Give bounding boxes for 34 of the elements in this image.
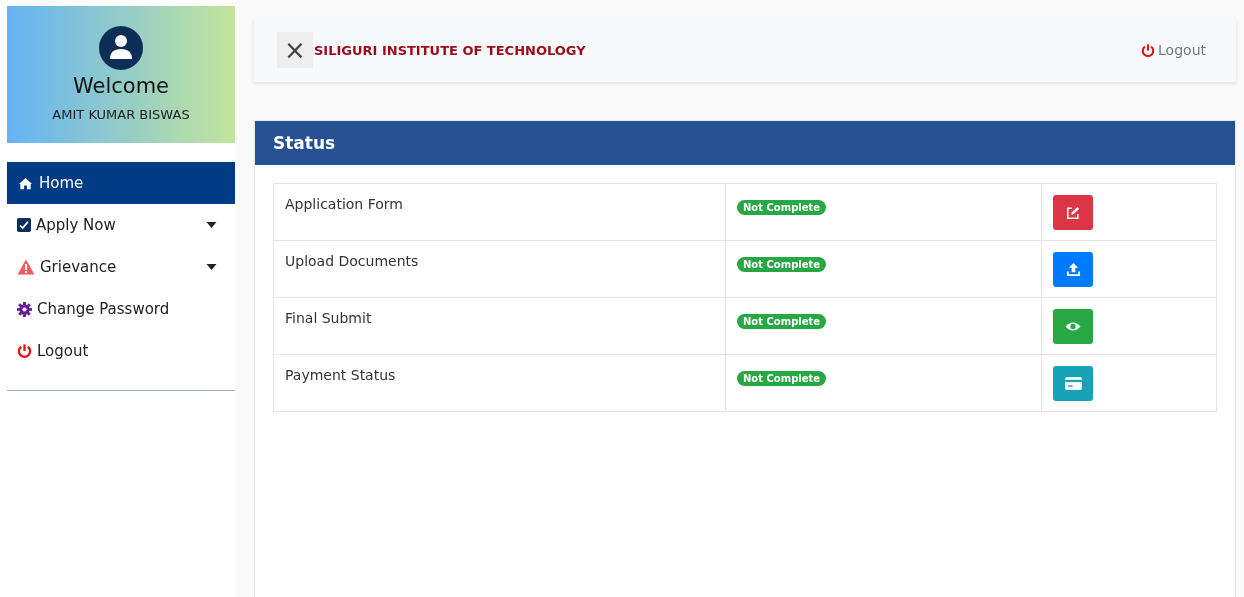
edit-icon — [1066, 205, 1080, 220]
welcome-title: Welcome — [72, 74, 170, 98]
payment-button[interactable] — [1053, 366, 1093, 401]
status-badge: Not Complete — [737, 200, 827, 215]
upload-icon — [1065, 262, 1081, 277]
status-badge: Not Complete — [737, 257, 827, 272]
user-name: AMIT KUMAR BISWAS — [52, 107, 190, 122]
user-avatar-icon — [99, 26, 143, 70]
sidebar-item[interactable]: Grievance — [7, 246, 235, 288]
warning-icon — [17, 259, 35, 275]
sidebar-item[interactable]: Home — [7, 162, 235, 204]
sidebar-item[interactable]: Logout — [7, 330, 235, 372]
power-icon — [17, 343, 32, 359]
logout-link[interactable]: Logout — [1141, 42, 1206, 58]
status-badge: Not Complete — [737, 314, 827, 329]
institute-name: SILIGURI INSTITUTE OF TECHNOLOGY — [314, 42, 587, 58]
home-icon — [17, 175, 34, 191]
status-badge: Not Complete — [737, 371, 827, 386]
view-button[interactable] — [1053, 309, 1093, 344]
checkbox-icon — [17, 218, 31, 232]
sidebar-item[interactable]: Apply Now — [7, 204, 235, 246]
table-cell: Payment Status — [273, 354, 726, 412]
card-title: Status — [273, 133, 336, 153]
table-cell: Final Submit — [273, 297, 726, 355]
edit-button[interactable] — [1053, 195, 1093, 230]
close-button[interactable]: × — [277, 32, 313, 68]
sidebar-item[interactable]: Change Password — [7, 288, 235, 330]
gear-icon — [17, 301, 32, 317]
table-cell: Application Form — [273, 183, 726, 241]
credit-card-icon — [1064, 377, 1082, 390]
upload-button[interactable] — [1053, 252, 1093, 287]
power-icon — [1141, 42, 1156, 58]
eye-icon — [1065, 321, 1081, 332]
table-cell: Upload Documents — [273, 240, 726, 298]
